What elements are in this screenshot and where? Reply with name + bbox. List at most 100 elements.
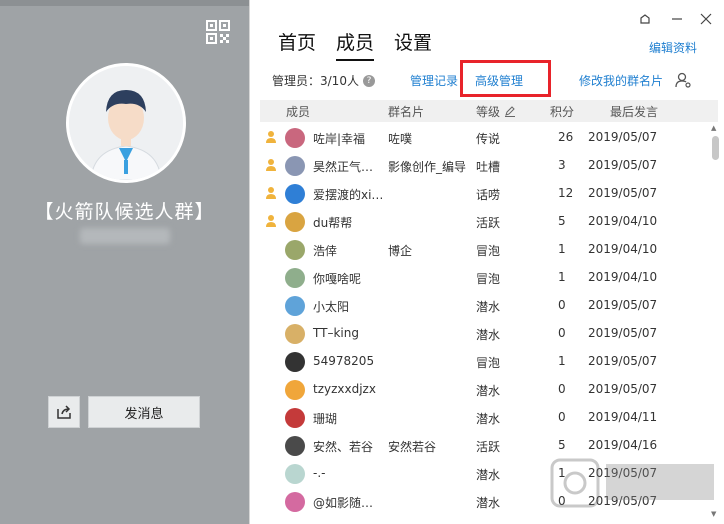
member-settings-icon[interactable] bbox=[675, 72, 691, 88]
minimize-icon[interactable] bbox=[668, 10, 686, 28]
member-last-speak: 2019/04/10 bbox=[588, 242, 658, 256]
member-name[interactable]: 安然、若谷 bbox=[313, 438, 373, 455]
col-level[interactable]: 等级 bbox=[476, 103, 500, 120]
table-row[interactable]: 54978205 冒泡 1 2019/05/07 bbox=[260, 348, 710, 376]
member-name[interactable]: 54978205 bbox=[313, 354, 374, 368]
member-avatar[interactable] bbox=[285, 324, 305, 344]
admin-icon bbox=[266, 187, 276, 199]
table-row[interactable]: du帮帮 活跃 5 2019/04/10 bbox=[260, 208, 710, 236]
member-level: 冒泡 bbox=[476, 356, 501, 370]
member-last-speak: 2019/04/10 bbox=[588, 214, 658, 228]
member-name[interactable]: -.- bbox=[313, 466, 325, 480]
member-points: 0 bbox=[558, 298, 566, 312]
group-members-panel: 首页 成员 设置 编辑资料 管理员：3/10人 ? 管理记录 高级管理 修改我的… bbox=[249, 0, 724, 524]
edit-my-card-link[interactable]: 修改我的群名片 bbox=[579, 72, 663, 89]
edit-pencil-icon[interactable] bbox=[504, 105, 516, 117]
member-last-speak: 2019/05/07 bbox=[588, 130, 658, 144]
member-name[interactable]: 你嘎啥呢 bbox=[313, 270, 361, 287]
member-level: 传说 bbox=[476, 132, 501, 146]
member-card: 咗噗 bbox=[388, 132, 413, 146]
table-row[interactable]: 珊瑚 潜水 0 2019/04/11 bbox=[260, 404, 710, 432]
member-points: 1 bbox=[558, 270, 566, 284]
member-card: 安然若谷 bbox=[388, 440, 437, 454]
member-avatar[interactable] bbox=[285, 464, 305, 484]
admin-icon bbox=[266, 159, 276, 171]
member-level: 潜水 bbox=[476, 412, 501, 426]
member-avatar[interactable] bbox=[285, 408, 305, 428]
member-avatar[interactable] bbox=[285, 380, 305, 400]
member-last-speak: 2019/04/10 bbox=[588, 270, 658, 284]
col-member[interactable]: 成员 bbox=[286, 103, 310, 120]
member-points: 26 bbox=[558, 130, 574, 144]
member-name[interactable]: 爱摆渡的xi… bbox=[313, 186, 383, 203]
member-name[interactable]: tzyzxxdjzx bbox=[313, 382, 376, 396]
member-name[interactable]: TT–king bbox=[313, 326, 359, 340]
watermark bbox=[550, 458, 714, 508]
table-row[interactable]: 昊然正气… 影像创作_编导 吐槽 3 2019/05/07 bbox=[260, 152, 710, 180]
member-level: 潜水 bbox=[476, 384, 501, 398]
member-level: 吐槽 bbox=[476, 160, 501, 174]
col-points[interactable]: 积分 bbox=[550, 103, 574, 120]
member-avatar[interactable] bbox=[285, 212, 305, 232]
col-card[interactable]: 群名片 bbox=[388, 103, 424, 120]
qr-code-icon[interactable] bbox=[206, 20, 230, 44]
member-avatar[interactable] bbox=[285, 128, 305, 148]
table-row[interactable]: 小太阳 潜水 0 2019/05/07 bbox=[260, 292, 710, 320]
member-level: 潜水 bbox=[476, 468, 501, 482]
tab-home[interactable]: 首页 bbox=[278, 28, 316, 61]
member-level: 潜水 bbox=[476, 300, 501, 314]
highlight-box bbox=[460, 60, 551, 97]
tab-members[interactable]: 成员 bbox=[336, 28, 375, 61]
help-icon[interactable]: ? bbox=[362, 74, 375, 87]
member-avatar[interactable] bbox=[285, 156, 305, 176]
member-avatar[interactable] bbox=[285, 436, 305, 456]
send-message-button[interactable]: 发消息 bbox=[88, 396, 200, 428]
member-name[interactable]: 珊瑚 bbox=[313, 410, 337, 427]
member-avatar[interactable] bbox=[285, 492, 305, 512]
member-points: 3 bbox=[558, 158, 566, 172]
scroll-up-arrow[interactable]: ▲ bbox=[711, 124, 716, 132]
table-row[interactable]: 爱摆渡的xi… 话唠 12 2019/05/07 bbox=[260, 180, 710, 208]
member-level: 潜水 bbox=[476, 328, 501, 342]
member-last-speak: 2019/05/07 bbox=[588, 158, 658, 172]
scrollbar-thumb[interactable] bbox=[712, 136, 719, 160]
member-name[interactable]: 小太阳 bbox=[313, 298, 349, 315]
member-name[interactable]: 咗岸|幸福 bbox=[313, 130, 365, 147]
member-avatar[interactable] bbox=[285, 352, 305, 372]
group-avatar[interactable] bbox=[66, 63, 186, 183]
member-last-speak: 2019/05/07 bbox=[588, 298, 658, 312]
member-last-speak: 2019/04/16 bbox=[588, 438, 658, 452]
table-row[interactable]: tzyzxxdjzx 潜水 0 2019/05/07 bbox=[260, 376, 710, 404]
member-name[interactable]: @如影随… bbox=[313, 494, 373, 511]
admin-log-link[interactable]: 管理记录 bbox=[410, 72, 458, 89]
member-avatar[interactable] bbox=[285, 184, 305, 204]
member-avatar[interactable] bbox=[285, 268, 305, 288]
share-icon bbox=[57, 405, 71, 419]
table-row[interactable]: 你嘎啥呢 冒泡 1 2019/04/10 bbox=[260, 264, 710, 292]
member-last-speak: 2019/05/07 bbox=[588, 382, 658, 396]
group-name: 【火箭队候选人群】 bbox=[34, 201, 215, 223]
col-last-speak[interactable]: 最后发言 bbox=[610, 103, 658, 120]
admin-icon bbox=[266, 215, 276, 227]
member-points: 0 bbox=[558, 410, 566, 424]
member-level: 活跃 bbox=[476, 440, 501, 454]
group-profile-panel: 【火箭队候选人群】 发消息 bbox=[0, 0, 249, 524]
member-points: 5 bbox=[558, 438, 566, 452]
skin-icon[interactable] bbox=[636, 10, 654, 28]
table-row[interactable]: 咗岸|幸福 咗噗 传说 26 2019/05/07 bbox=[260, 124, 710, 152]
share-button[interactable] bbox=[48, 396, 80, 428]
member-name[interactable]: 昊然正气… bbox=[313, 158, 373, 175]
admin-count: 管理员：3/10人 ? bbox=[272, 72, 375, 89]
member-name[interactable]: 浩倖 bbox=[313, 242, 337, 259]
member-avatar[interactable] bbox=[285, 296, 305, 316]
tab-settings[interactable]: 设置 bbox=[394, 28, 432, 61]
member-table-header: 成员 群名片 等级 积分 最后发言 bbox=[260, 100, 718, 122]
member-name[interactable]: du帮帮 bbox=[313, 214, 352, 231]
table-row[interactable]: 浩倖 博企 冒泡 1 2019/04/10 bbox=[260, 236, 710, 264]
close-icon[interactable] bbox=[697, 10, 715, 28]
table-row[interactable]: TT–king 潜水 0 2019/05/07 bbox=[260, 320, 710, 348]
edit-info-link[interactable]: 编辑资料 bbox=[649, 39, 697, 56]
group-id-blurred bbox=[80, 228, 170, 244]
member-avatar[interactable] bbox=[285, 240, 305, 260]
member-points: 0 bbox=[558, 382, 566, 396]
